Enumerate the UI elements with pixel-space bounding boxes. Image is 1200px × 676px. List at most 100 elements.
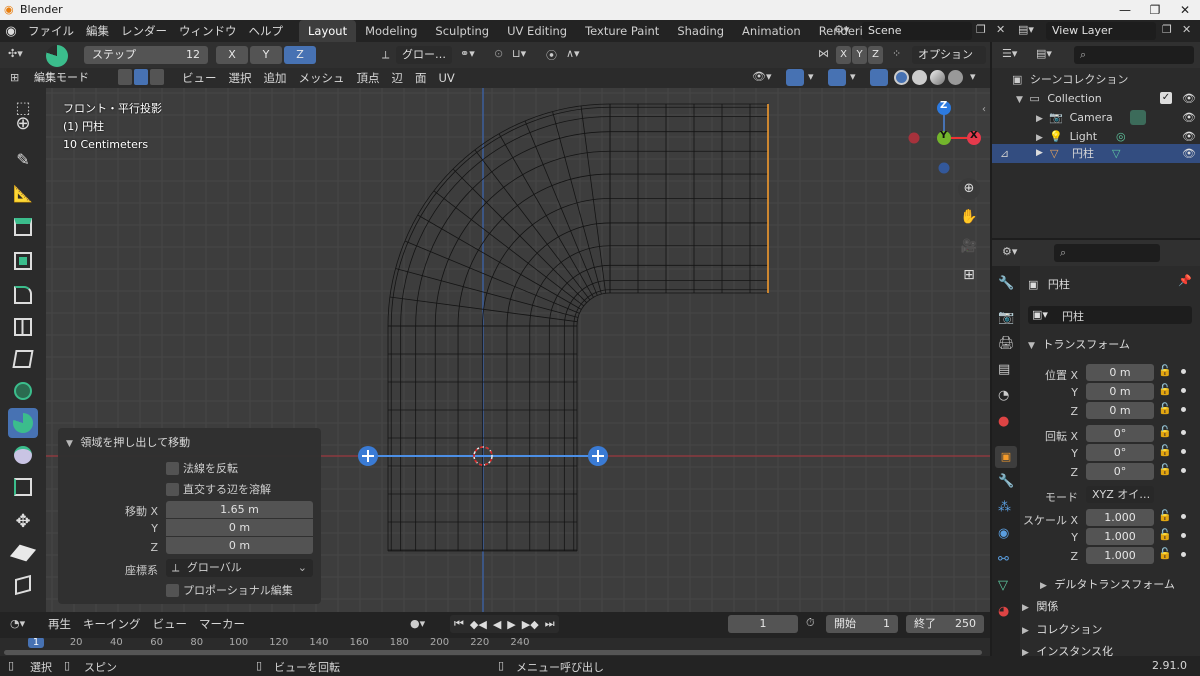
editor-type-icon[interactable]: ☰▾ [1002,47,1017,60]
next-key-icon[interactable]: ▶◆ [522,618,539,631]
vertex-select-icon[interactable] [118,69,132,85]
menu-file[interactable]: ファイル [22,20,80,42]
solid-shading-icon[interactable] [912,70,927,85]
outliner-collection[interactable]: ▼ ▭ Collection ✓ 👁 [1016,89,1200,108]
menu-help[interactable]: ヘルプ [243,20,290,42]
keyframe-dot-icon[interactable] [1181,407,1186,412]
rotation-mode-select[interactable]: XYZ オイ… [1086,486,1154,503]
menu-face[interactable]: 面 [409,68,433,88]
material-shading-icon[interactable] [930,70,945,85]
keyframe-dot-icon[interactable] [1181,552,1186,557]
extrude-tool-icon[interactable] [8,212,38,242]
shading-dropdown-icon[interactable]: ▾ [970,70,976,83]
display-mode-icon[interactable]: ▤▾ [1036,47,1052,60]
play-reverse-icon[interactable]: ◀ [493,618,501,631]
menu-view[interactable]: ビュー [176,68,223,88]
tab-layout[interactable]: Layout [299,20,357,42]
close-button[interactable]: ✕ [1170,1,1200,19]
view-layer-icon[interactable]: ▤▾ [1018,23,1034,36]
menu-select[interactable]: 選択 [223,68,258,88]
menu-window[interactable]: ウィンドウ [173,20,243,42]
properties-search-input[interactable]: ⌕ [1054,244,1160,262]
tool-tab-icon[interactable]: 🔧 [998,276,1014,291]
material-tab-icon[interactable]: ◕ [998,604,1009,619]
eye-icon[interactable]: 👁 [1182,144,1196,163]
checkbox[interactable] [166,482,179,496]
overlay-dropdown-icon[interactable]: ▾ [850,70,856,83]
menu-uv[interactable]: UV [433,68,461,88]
loop-cut-tool-icon[interactable] [8,312,38,342]
scene-tab-icon[interactable]: ◔ [998,388,1009,403]
mode-dropdown[interactable]: 編集モード [28,69,110,87]
timeline-ruler[interactable]: 1 20 40 60 80 100 120 140 160 180 200 220 240 [0,638,990,656]
blender-menu-icon[interactable]: ◉ [0,24,22,39]
pan-hand-icon[interactable]: ✋ [958,206,980,228]
zoom-icon[interactable]: ⊕ [958,178,980,200]
menu-add[interactable]: 追加 [258,68,293,88]
output-tab-icon[interactable]: 🖨 [998,336,1015,351]
lock-icon[interactable]: 🔓 [1158,383,1172,396]
tab-texture-paint[interactable]: Texture Paint [576,20,668,42]
auto-merge-icon[interactable]: ⁘ [892,47,901,60]
menu-mesh[interactable]: メッシュ [293,68,351,88]
axis-x-button[interactable]: X [216,46,248,64]
camera-view-icon[interactable]: 🎥 [958,236,980,258]
object-datablock-field[interactable]: ▣▾ 円柱 [1028,306,1192,324]
rip-tool-icon[interactable] [8,570,38,600]
move-tool-icon[interactable]: ✥ [8,506,38,536]
tab-shading[interactable]: Shading [668,20,733,42]
keyframe-dot-icon[interactable] [1181,388,1186,393]
outliner-search-input[interactable]: ⌕ [1074,46,1194,64]
keyframe-dot-icon[interactable] [1181,514,1186,519]
editor-type-icon[interactable]: ⚙▾ [1002,245,1017,258]
lock-icon[interactable]: 🔓 [1158,528,1172,541]
edge-slide-tool-icon[interactable] [8,472,38,502]
checkbox[interactable] [166,583,179,597]
keyframe-dot-icon[interactable] [1181,533,1186,538]
menu-marker[interactable]: マーカー [193,614,251,634]
collections-header[interactable]: ▶ コレクション [1022,621,1200,637]
jump-end-icon[interactable]: ⏭ [545,617,555,631]
location-y-field[interactable]: 0 m [1086,383,1154,400]
scene-field[interactable]: Scene [862,22,972,40]
navigation-gizmo[interactable]: Z Y X [908,96,984,178]
maximize-button[interactable]: ❐ [1140,1,1170,19]
options-dropdown[interactable]: オプション [912,46,986,64]
record-icon[interactable]: ●▾ [410,617,425,630]
current-frame-field[interactable]: 1 [728,615,798,633]
xray-toggle-icon[interactable] [870,69,888,86]
knife-tool-icon[interactable] [8,344,38,374]
lock-icon[interactable]: 🔓 [1158,444,1172,457]
rotation-x-field[interactable]: 0° [1086,425,1154,442]
menu-keying[interactable]: キーイング [77,614,147,634]
object-tab-icon[interactable]: ▣ [995,446,1017,468]
new-scene-icon[interactable]: ❐ [976,23,986,36]
move-y-field[interactable]: 0 m [166,519,313,536]
flip-normals-checkbox[interactable]: 法線を反転 [166,460,238,476]
poly-build-tool-icon[interactable] [8,376,38,406]
visibility-icon[interactable]: 👁▾ [752,70,772,83]
menu-view[interactable]: ビュー [147,614,194,634]
timeline-editor-icon[interactable]: ◔▾ [10,617,25,630]
mirror-icon[interactable]: ⋈ [818,47,829,60]
bevel-tool-icon[interactable] [8,280,38,310]
axis-z-button[interactable]: Z [284,46,316,64]
step-field[interactable]: ステップ 12 [84,46,208,64]
modifier-tab-icon[interactable]: 🔧 [998,474,1014,489]
face-select-icon[interactable] [150,69,164,85]
move-x-field[interactable]: 1.65 m [166,501,313,518]
start-frame-field[interactable]: 開始 1 [826,615,898,633]
orientation-dropdown[interactable]: グロー… [396,46,452,64]
rendered-shading-icon[interactable] [948,70,963,85]
keyframe-dot-icon[interactable] [1181,449,1186,454]
tab-animation[interactable]: Animation [733,20,810,42]
eye-icon[interactable]: 👁 [1182,108,1196,127]
keyframe-dot-icon[interactable] [1181,468,1186,473]
menu-edge[interactable]: 辺 [386,68,410,88]
gizmo-toggle-icon[interactable] [786,69,804,86]
mirror-x-button[interactable]: X [836,46,851,64]
snap-target-icon[interactable]: ⊔▾ [512,47,526,60]
proportional-icon[interactable]: ⦿ [546,47,557,63]
render-tab-icon[interactable]: 📷 [998,310,1014,325]
smooth-tool-icon[interactable] [8,440,38,470]
